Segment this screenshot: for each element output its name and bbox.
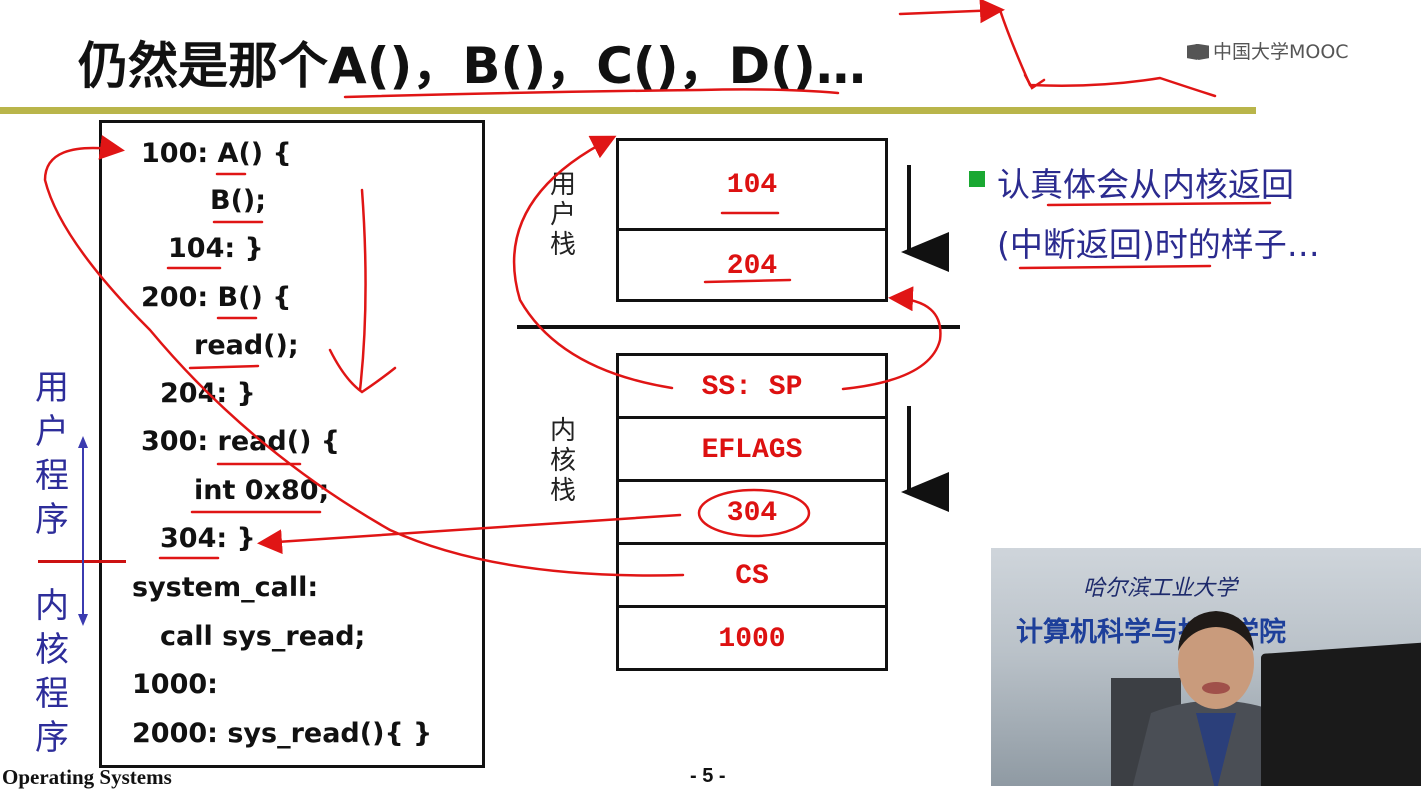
kernel-stack: SS: SP EFLAGS 304 CS 1000 (616, 353, 888, 671)
code-line: call sys_read; (160, 621, 366, 652)
bullet-line: (中断返回)时的样子… (997, 225, 1320, 264)
code-line: 100: A() { (141, 138, 292, 169)
user-stack-label: 用户栈 (549, 170, 576, 260)
kernel-stack-label: 内核栈 (549, 416, 576, 506)
bullet-square-icon (969, 171, 985, 187)
mooc-logo: 中国大学MOOC (1187, 37, 1349, 64)
slide-title: 仍然是那个A()，B()，C()，D()… (78, 37, 866, 95)
code-line: 104: } (168, 233, 264, 264)
book-icon (1187, 44, 1209, 60)
user-stack-cell: 104 (619, 141, 885, 231)
user-program-label: 用户程序 (35, 368, 69, 540)
code-line: 1000: (132, 669, 218, 700)
code-line: int 0x80; (194, 475, 330, 506)
kernel-stack-cell: EFLAGS (619, 419, 885, 482)
code-line: 204: } (160, 378, 256, 409)
kernel-stack-cell: 304 (619, 482, 885, 545)
computer-monitor (1261, 642, 1421, 786)
bullet-line: 认真体会从内核返回 (997, 165, 1294, 204)
up-arrow-icon (78, 436, 88, 448)
title-divider (0, 107, 1256, 114)
lecturer-video: 哈尔滨工业大学 计算机科学与技术学院 (991, 548, 1421, 786)
down-arrow-icon (78, 614, 88, 626)
kernel-stack-cell: SS: SP (619, 356, 885, 419)
kernel-stack-cell: 1000 (718, 624, 786, 655)
logo-text: 中国大学MOOC (1213, 41, 1349, 63)
kernel-program-label: 内核程序 (35, 586, 69, 758)
user-stack: 104 204 (616, 138, 888, 302)
code-line: read(); (194, 330, 299, 361)
kernel-stack-cell: CS (619, 545, 885, 608)
footer-course: Operating Systems (2, 765, 172, 789)
code-line: 200: B() { (141, 282, 292, 313)
code-line: system_call: (132, 572, 319, 603)
code-line: 300: read() { (141, 426, 341, 457)
stack-separator (517, 325, 960, 329)
code-line: 304: } (160, 523, 256, 554)
user-stack-cell: 204 (726, 251, 778, 282)
code-line: 2000: sys_read(){ } (132, 718, 433, 749)
code-line: B(); (210, 185, 267, 216)
page-number: - 5 - (690, 765, 726, 787)
user-kernel-divider (38, 560, 126, 563)
